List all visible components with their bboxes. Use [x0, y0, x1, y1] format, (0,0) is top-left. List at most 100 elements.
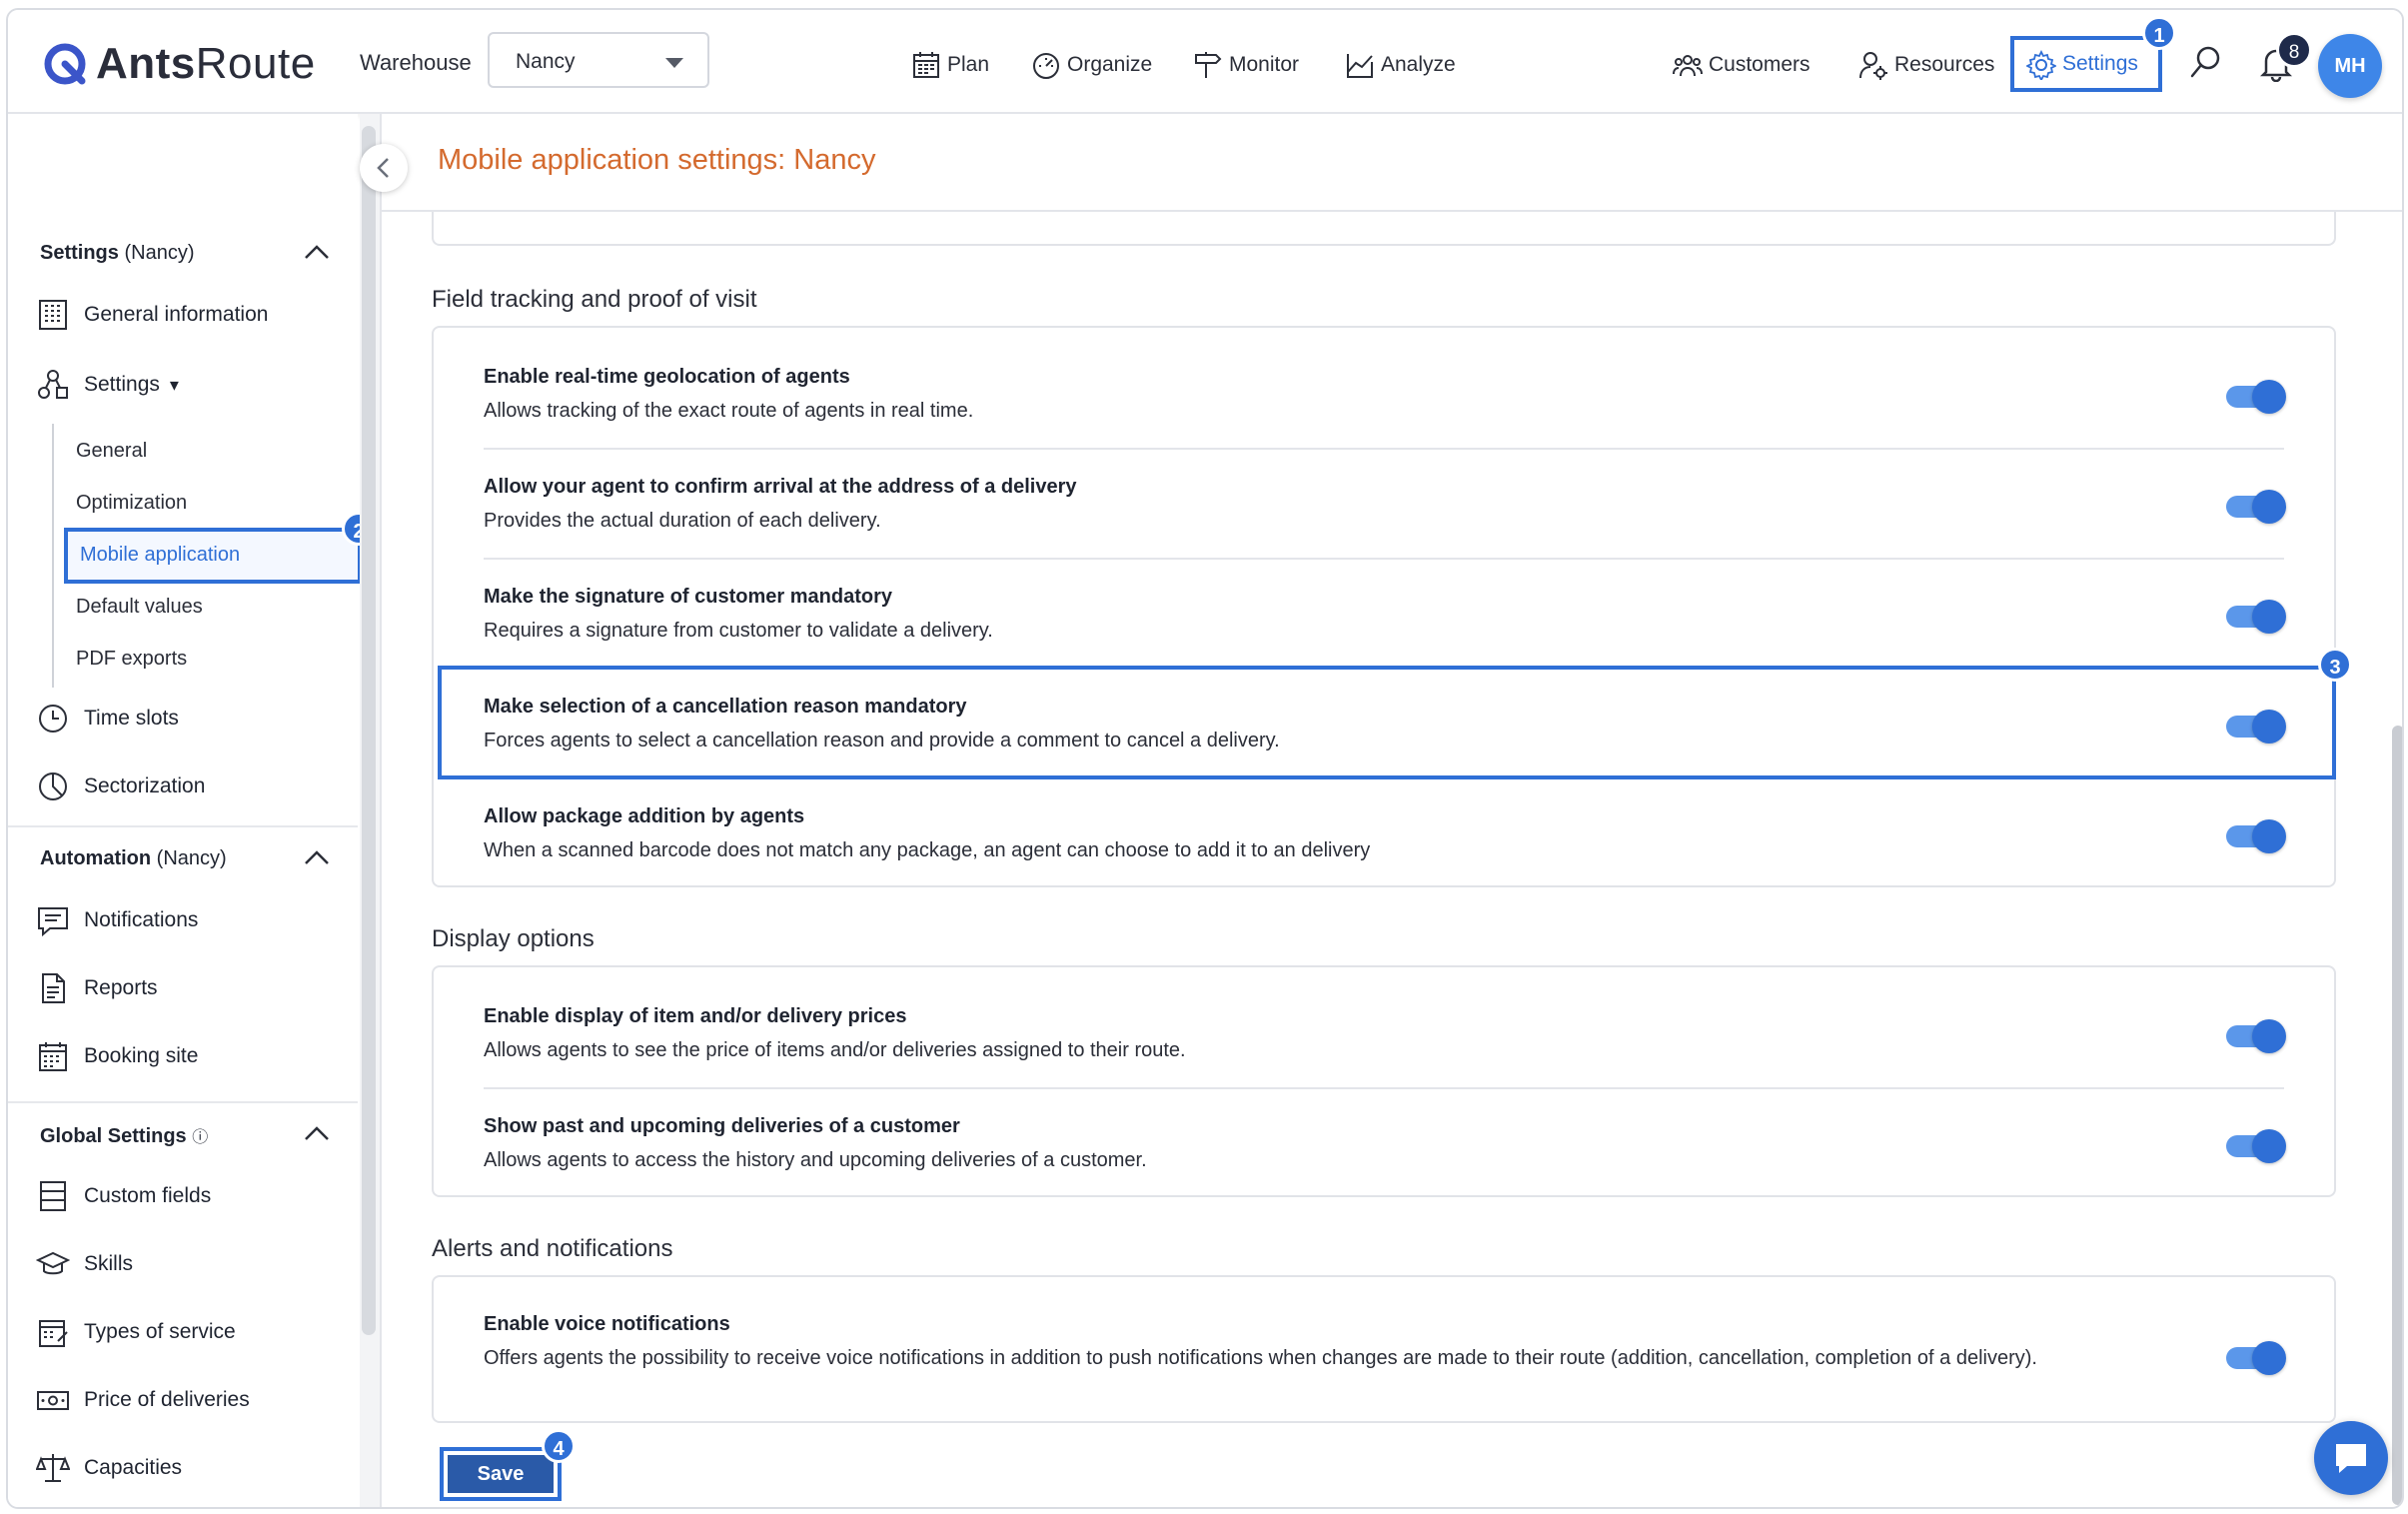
- nav-settings[interactable]: Settings: [2010, 36, 2162, 92]
- toggle-cancellation-reason-mandatory[interactable]: [2226, 710, 2286, 744]
- nav-organize-label: Organize: [1067, 53, 1153, 76]
- sidebar-item-types-of-service[interactable]: Types of service: [36, 1315, 236, 1349]
- setting-title: Enable display of item and/or delivery p…: [484, 1005, 907, 1027]
- nav-analyze-label: Analyze: [1381, 53, 1456, 76]
- sidebar-divider: [8, 1101, 358, 1103]
- app-window: AntsRoute Warehouse Nancy Plan Organize …: [6, 8, 2404, 1509]
- message-icon: [38, 907, 68, 937]
- list-icon: [40, 1181, 66, 1211]
- clock-icon: [39, 705, 67, 733]
- chevron-up-icon[interactable]: [304, 1125, 330, 1141]
- setting-title: Allow your agent to confirm arrival at t…: [484, 476, 1077, 498]
- toggle-package-addition[interactable]: [2226, 819, 2286, 853]
- nav-organize[interactable]: Organize: [1031, 50, 1152, 80]
- sidebar-item-label: Sectorization: [84, 774, 206, 797]
- nav-monitor-label: Monitor: [1229, 53, 1300, 76]
- gear-icon: [2026, 50, 2056, 80]
- setting-row: Allow package addition by agents When a …: [484, 805, 2286, 865]
- nav-monitor[interactable]: Monitor: [1193, 50, 1299, 80]
- calendar-edit-icon: [39, 1320, 68, 1347]
- chart-icon: [1347, 54, 1373, 78]
- sidebar-section-global-settings[interactable]: Global Settings ⓘ: [40, 1123, 208, 1148]
- user-avatar[interactable]: MH: [2318, 34, 2382, 98]
- sidebar-item-label: Custom fields: [84, 1184, 212, 1207]
- sidebar-item-custom-fields[interactable]: Custom fields: [36, 1179, 211, 1213]
- antsroute-logo[interactable]: AntsRoute: [42, 38, 316, 90]
- toggle-display-prices[interactable]: [2226, 1019, 2286, 1053]
- sidebar-item-time-slots[interactable]: Time slots: [36, 702, 179, 736]
- sidebar-item-notifications[interactable]: Notifications: [36, 903, 198, 937]
- toggle-signature-mandatory[interactable]: [2226, 600, 2286, 634]
- chevron-up-icon[interactable]: [304, 849, 330, 865]
- graduation-cap-icon: [36, 1251, 70, 1275]
- toggle-confirm-arrival[interactable]: [2226, 490, 2286, 524]
- warehouse-label: Warehouse: [360, 50, 472, 75]
- sidebar-item-sectorization[interactable]: Sectorization: [36, 769, 205, 803]
- logo-text: AntsRoute: [96, 39, 316, 88]
- setting-row: Show past and upcoming deliveries of a c…: [484, 1115, 2286, 1175]
- warehouse-select[interactable]: Nancy: [488, 32, 709, 88]
- sidebar-item-general-information[interactable]: General information: [36, 298, 268, 332]
- sidebar-item-price-of-deliveries[interactable]: Price of deliveries: [36, 1383, 250, 1417]
- sidebar-scrollbar[interactable]: [362, 126, 376, 1335]
- settings-card-display-options: Enable display of item and/or delivery p…: [432, 965, 2336, 1197]
- sidebar-item-capacities[interactable]: Capacities: [36, 1451, 182, 1485]
- warehouse-select-value: Nancy: [516, 50, 576, 73]
- toggle-customer-deliveries-history[interactable]: [2226, 1129, 2286, 1163]
- nav-analyze[interactable]: Analyze: [1345, 50, 1456, 80]
- sidebar-item-skills[interactable]: Skills: [36, 1247, 133, 1281]
- sidebar-item-label: Reports: [84, 976, 158, 999]
- nav-resources-label: Resources: [1894, 53, 1995, 76]
- setting-title: Show past and upcoming deliveries of a c…: [484, 1115, 960, 1137]
- row-divider: [484, 558, 2284, 560]
- step-badge-4: 4: [542, 1429, 576, 1463]
- sidebar-item-booking-site[interactable]: Booking site: [36, 1039, 198, 1073]
- setting-description: Allows agents to see the price of items …: [484, 1039, 1186, 1061]
- sidebar-item-label: Time slots: [84, 707, 179, 730]
- sidebar-subitem-general[interactable]: General: [76, 440, 147, 463]
- nav-resources[interactable]: Resources: [1858, 50, 1994, 80]
- chat-button[interactable]: [2314, 1421, 2388, 1495]
- save-button[interactable]: Save: [448, 1455, 554, 1493]
- nav-settings-label: Settings: [2062, 52, 2138, 75]
- sidebar-subitem-label: Mobile application: [80, 544, 241, 566]
- sidebar-item-label: Skills: [84, 1252, 134, 1275]
- setting-title: Make the signature of customer mandatory: [484, 586, 892, 608]
- people-icon: [1673, 55, 1703, 77]
- collapse-sidebar-button[interactable]: [360, 144, 408, 192]
- gauge-icon: [1033, 53, 1059, 79]
- nav-customers-label: Customers: [1709, 53, 1810, 76]
- sidebar-item-label: Booking site: [84, 1044, 199, 1067]
- sidebar-subitem-default-values[interactable]: Default values: [76, 596, 203, 619]
- search-icon[interactable]: [2188, 44, 2224, 80]
- sidebar-item-label: Types of service: [84, 1320, 236, 1343]
- sidebar-subitem-pdf-exports[interactable]: PDF exports: [76, 648, 187, 671]
- sidebar-item-label: General information: [84, 303, 269, 326]
- group-title-display-options: Display options: [432, 925, 595, 952]
- calendar-icon: [39, 1042, 67, 1071]
- chevron-up-icon[interactable]: [304, 244, 330, 260]
- toggle-voice-notifications[interactable]: [2226, 1341, 2286, 1375]
- building-icon: [39, 300, 67, 330]
- sidebar-item-label: Notifications: [84, 908, 199, 931]
- setting-description: Provides the actual duration of each del…: [484, 510, 881, 532]
- setting-description: Requires a signature from customer to va…: [484, 620, 993, 642]
- scale-icon: [36, 1454, 70, 1482]
- top-bar: AntsRoute Warehouse Nancy Plan Organize …: [8, 10, 2402, 114]
- app-root: AntsRoute Warehouse Nancy Plan Organize …: [0, 0, 2408, 1514]
- sidebar-item-label: Settings: [84, 373, 160, 396]
- toggle-realtime-geolocation[interactable]: [2226, 380, 2286, 414]
- main-scrollbar[interactable]: [2392, 726, 2402, 1505]
- sidebar-section-settings[interactable]: Settings (Nancy): [40, 242, 194, 265]
- sidebar-subitem-optimization[interactable]: Optimization: [76, 492, 187, 515]
- sidebar-item-label: Price of deliveries: [84, 1388, 250, 1411]
- pie-chart-icon: [39, 772, 67, 800]
- nav-customers[interactable]: Customers: [1673, 50, 1810, 80]
- sidebar-item-reports[interactable]: Reports: [36, 971, 158, 1005]
- nav-plan[interactable]: Plan: [911, 50, 989, 80]
- setting-description: Allows agents to access the history and …: [484, 1149, 1147, 1171]
- sidebar-subitem-mobile-application[interactable]: Mobile application: [64, 528, 362, 584]
- sidebar-item-settings[interactable]: Settings ▾: [36, 368, 179, 402]
- setting-row: Allow your agent to confirm arrival at t…: [484, 476, 2286, 536]
- sidebar-section-automation[interactable]: Automation (Nancy): [40, 847, 227, 870]
